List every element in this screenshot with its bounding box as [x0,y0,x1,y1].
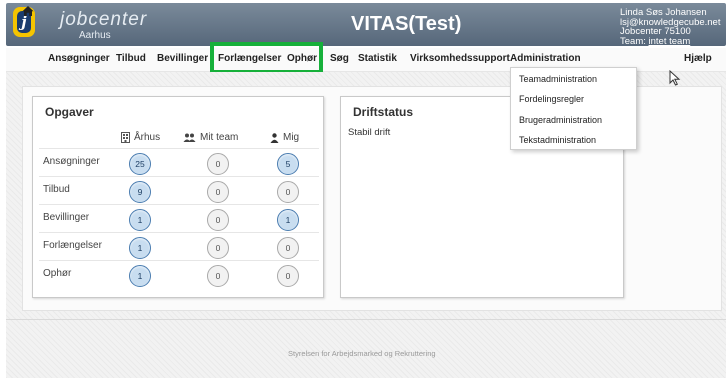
row-label: Ansøgninger [43,156,100,167]
count-badge[interactable]: 0 [207,265,229,287]
nav-forlaengelser[interactable]: Forlængelser [218,53,281,64]
user-team: Team: intet team [620,35,720,47]
nav-sog[interactable]: Søg [330,53,349,64]
team-icon [183,133,196,142]
col-header-mit-team[interactable]: Mit team [183,132,238,143]
count-badge[interactable]: 0 [277,265,299,287]
count-badge[interactable]: 1 [277,209,299,231]
table-row: Ophør 1 0 0 [39,260,319,288]
nav-bevillinger[interactable]: Bevillinger [157,53,208,64]
row-label: Ophør [43,268,72,279]
nav-statistik[interactable]: Statistik [358,53,397,64]
count-badge[interactable]: 1 [129,265,151,287]
administration-dropdown: Teamadministration Fordelingsregler Brug… [510,67,637,150]
nav-ophor[interactable]: Ophør [287,53,317,64]
count-badge[interactable]: 1 [129,237,151,259]
row-label: Tilbud [43,184,70,195]
opgaver-title: Opgaver [45,105,94,119]
app-header: j jobcenter Aarhus VITAS(Test) Linda Søs… [6,3,726,46]
table-row: Forlængelser 1 0 0 [39,232,319,260]
team-prefix: Team: [620,35,646,47]
menu-item-teamadministration[interactable]: Teamadministration [519,74,597,84]
footer-divider [6,319,726,320]
count-badge[interactable]: 0 [277,181,299,203]
nav-ansogninger[interactable]: Ansøgninger [48,53,110,64]
col-label-mig: Mig [283,132,300,143]
count-badge[interactable]: 25 [129,153,151,175]
count-badge[interactable]: 0 [207,237,229,259]
user-info: Linda Søs Johansen lsj@knowledgecube.net… [620,8,720,46]
opgaver-panel: Opgaver Århus Mit team Mig Ansøgninger 2… [32,96,324,298]
col-header-aarhus[interactable]: Århus [121,132,160,143]
home-icon[interactable] [22,5,34,17]
menu-item-fordelingsregler[interactable]: Fordelingsregler [519,94,584,104]
count-badge[interactable]: 0 [277,237,299,259]
person-icon [270,132,279,143]
col-header-mig[interactable]: Mig [270,132,299,143]
count-badge[interactable]: 0 [207,209,229,231]
footer-text: Styrelsen for Arbejdsmarked og Rekrutter… [288,349,436,358]
driftstatus-title: Driftstatus [353,105,414,119]
count-badge[interactable]: 1 [129,209,151,231]
menu-item-brugeradministration[interactable]: Brugeradministration [519,115,602,125]
logo-city: Aarhus [79,30,111,41]
count-badge[interactable]: 0 [207,153,229,175]
logo-text: jobcenter [60,9,148,30]
col-label-aarhus: Århus [134,132,161,143]
building-icon [121,132,130,143]
nav-help[interactable]: Hjælp [684,53,712,64]
table-row: Ansøgninger 25 0 5 [39,148,319,176]
mouse-cursor-icon [669,70,681,86]
table-row: Bevillinger 1 0 1 [39,204,319,232]
menu-item-tekstadministration[interactable]: Tekstadministration [519,135,596,145]
row-label: Bevillinger [43,212,90,223]
team-link[interactable]: intet team [649,36,691,47]
row-label: Forlængelser [43,240,102,251]
count-badge[interactable]: 9 [129,181,151,203]
count-badge[interactable]: 5 [277,153,299,175]
nav-virksomhedssupport[interactable]: Virksomhedssupport [410,53,510,64]
nav-tilbud[interactable]: Tilbud [116,53,146,64]
driftstatus-text: Stabil drift [348,127,391,138]
table-row: Tilbud 9 0 0 [39,176,319,204]
nav-administration[interactable]: Administration [510,53,581,64]
count-badge[interactable]: 0 [207,181,229,203]
col-label-mit-team: Mit team [200,132,239,143]
app-title: VITAS(Test) [351,13,462,35]
